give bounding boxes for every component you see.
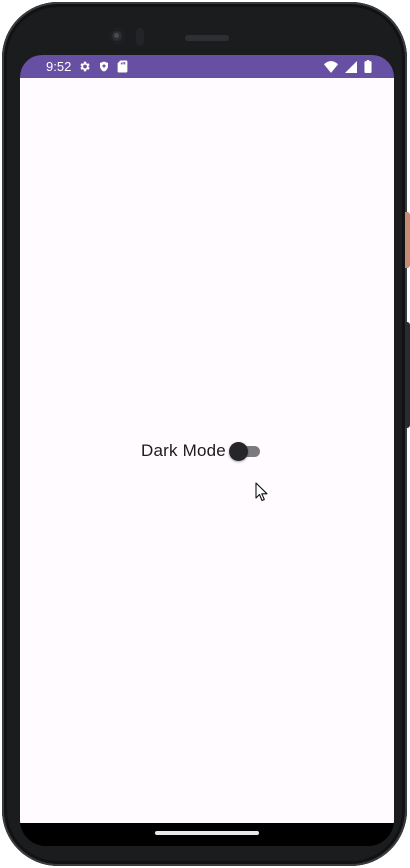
cellular-signal-icon bbox=[345, 60, 357, 73]
power-button bbox=[405, 212, 410, 268]
status-right bbox=[324, 60, 372, 73]
wifi-icon bbox=[324, 60, 338, 73]
dark-mode-row: Dark Mode bbox=[141, 441, 261, 461]
battery-icon bbox=[364, 60, 372, 73]
navigation-bar bbox=[20, 823, 394, 846]
sd-card-icon bbox=[117, 60, 128, 73]
toggle-thumb bbox=[228, 442, 248, 461]
earpiece-speaker bbox=[185, 35, 229, 41]
phone-frame: 9:52 Dark Mode bbox=[2, 2, 407, 866]
proximity-sensor bbox=[136, 28, 144, 46]
status-left: 9:52 bbox=[46, 59, 128, 74]
gear-icon bbox=[78, 60, 91, 73]
dark-mode-toggle[interactable] bbox=[228, 441, 261, 461]
status-time: 9:52 bbox=[46, 59, 72, 74]
screen: 9:52 Dark Mode bbox=[20, 55, 394, 846]
dark-mode-label: Dark Mode bbox=[141, 441, 226, 460]
shield-icon bbox=[98, 60, 110, 73]
front-camera bbox=[109, 28, 125, 44]
status-bar: 9:52 bbox=[20, 55, 394, 78]
home-gesture-handle[interactable] bbox=[155, 831, 259, 835]
app-content: Dark Mode bbox=[20, 78, 394, 823]
mouse-pointer-icon bbox=[255, 482, 269, 502]
volume-button bbox=[405, 322, 410, 428]
